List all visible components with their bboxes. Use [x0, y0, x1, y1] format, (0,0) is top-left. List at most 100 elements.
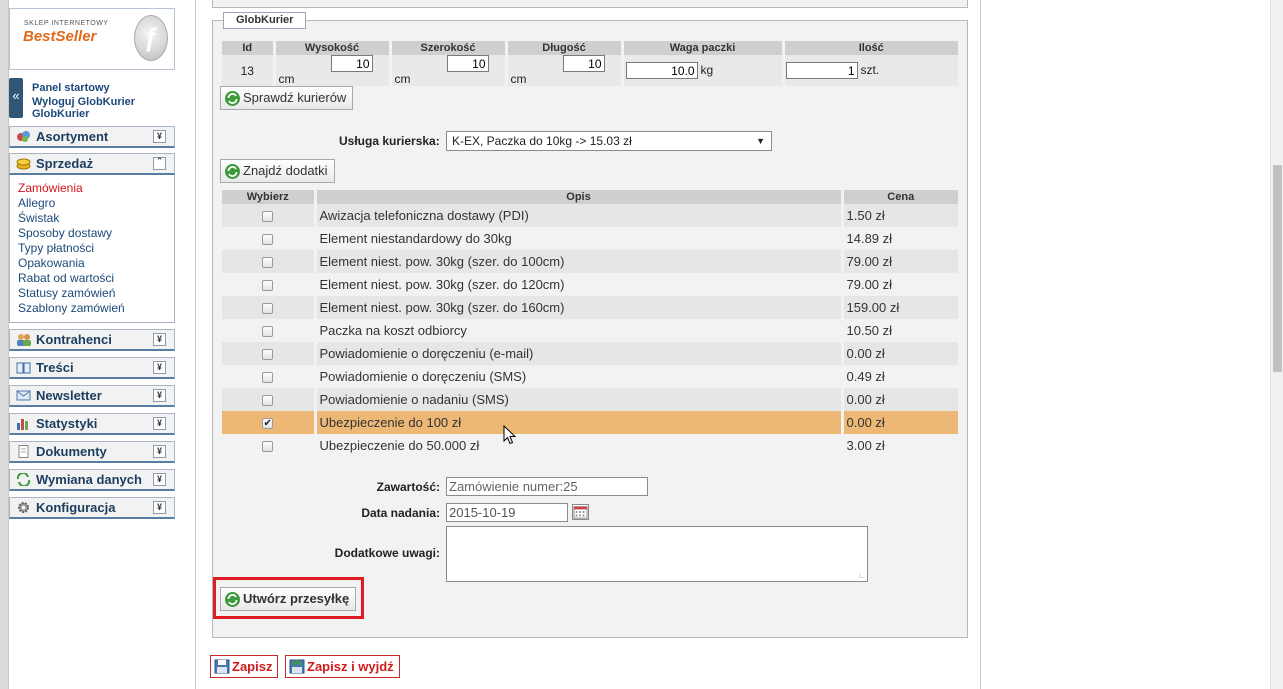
- table-row[interactable]: Element niest. pow. 30kg (szer. do 100cm…: [222, 250, 958, 273]
- addon-checkbox[interactable]: [262, 441, 274, 453]
- quantity-input[interactable]: [785, 62, 858, 79]
- table-row-selected[interactable]: ✔ Ubezpieczenie do 100 zł 0.00 zł: [222, 411, 958, 434]
- date-input[interactable]: 2015-10-19: [446, 503, 568, 522]
- chevron-down-icon[interactable]: ¥: [153, 473, 166, 486]
- addon-description: Element niest. pow. 30kg (szer. do 160cm…: [315, 296, 844, 319]
- chevron-down-icon[interactable]: ¥: [153, 501, 166, 514]
- menu-statystyki[interactable]: Statystyki ¥: [9, 413, 175, 435]
- previous-section-edge: [212, 0, 968, 8]
- menu-wymiana-danych-label: Wymiana danych: [36, 472, 142, 487]
- addon-checkbox[interactable]: [262, 211, 274, 223]
- save-and-exit-button[interactable]: Zapisz i wyjdź: [285, 655, 400, 678]
- addon-checkbox[interactable]: [262, 257, 274, 269]
- check-couriers-button[interactable]: Sprawdź kurierów: [220, 86, 354, 110]
- addon-checkbox[interactable]: [262, 326, 274, 338]
- col-header-description: Opis: [315, 190, 844, 204]
- addon-checkbox[interactable]: [262, 349, 274, 361]
- table-row[interactable]: Awizacja telefoniczna dostawy (PDI) 1.50…: [222, 204, 958, 227]
- menu-sprzedaz[interactable]: Sprzedaż ˆ: [9, 153, 175, 175]
- addon-description: Awizacja telefoniczna dostawy (PDI): [315, 204, 844, 227]
- quantity-unit: szt.: [860, 62, 880, 77]
- table-row[interactable]: Paczka na koszt odbiorcy 10.50 zł: [222, 319, 958, 342]
- table-row[interactable]: Powiadomienie o doręczeniu (SMS) 0.49 zł: [222, 365, 958, 388]
- addon-price: 79.00 zł: [842, 273, 958, 296]
- find-addons-button[interactable]: Znajdź dodatki: [220, 159, 335, 183]
- submenu-szablony-zamowien[interactable]: Szablony zamówień: [18, 301, 174, 316]
- content-label: Zawartość:: [376, 480, 440, 494]
- shop-logo[interactable]: SKLEP INTERNETOWY BestSeller ƒ: [9, 8, 175, 70]
- addon-checkbox[interactable]: [262, 280, 274, 292]
- addon-checkbox[interactable]: [262, 303, 274, 315]
- chevron-up-icon[interactable]: ˆ: [153, 157, 166, 170]
- link-panel-startowy[interactable]: Panel startowy: [32, 81, 135, 95]
- height-input[interactable]: [330, 55, 373, 72]
- table-row[interactable]: Element niest. pow. 30kg (szer. do 120cm…: [222, 273, 958, 296]
- addon-description: Ubezpieczenie do 100 zł: [315, 411, 844, 434]
- menu-wymiana-danych[interactable]: Wymiana danych ¥: [9, 469, 175, 491]
- chevron-down-icon[interactable]: ¥: [153, 445, 166, 458]
- logo-subtitle: SKLEP INTERNETOWY: [24, 20, 109, 27]
- chevron-down-icon[interactable]: ¥: [153, 333, 166, 346]
- addon-checkbox-checked[interactable]: ✔: [262, 418, 274, 430]
- table-row[interactable]: Powiadomienie o doręczeniu (e-mail) 0.00…: [222, 342, 958, 365]
- table-row[interactable]: Element niestandardowy do 30kg 14.89 zł: [222, 227, 958, 250]
- page-scrollbar[interactable]: [1270, 0, 1283, 689]
- calendar-icon[interactable]: [572, 504, 589, 520]
- save-exit-icon: [289, 659, 305, 674]
- addon-price: 14.89 zł: [842, 227, 958, 250]
- link-globkurier[interactable]: GlobKurier: [32, 107, 135, 121]
- menu-konfiguracja[interactable]: Konfiguracja ¥: [9, 497, 175, 519]
- submenu-typy-platnosci[interactable]: Typy płatności: [18, 241, 174, 256]
- menu-kontrahenci[interactable]: Kontrahenci ¥: [9, 329, 175, 351]
- scrollbar-thumb[interactable]: [1273, 165, 1282, 372]
- resize-grip-icon[interactable]: ∟: [858, 572, 866, 580]
- addon-description: Paczka na koszt odbiorcy: [315, 319, 844, 342]
- submenu-allegro[interactable]: Allegro: [18, 196, 174, 211]
- submenu-statusy-zamowien[interactable]: Statusy zamówień: [18, 286, 174, 301]
- submenu-opakowania[interactable]: Opakowania: [18, 256, 174, 271]
- book-icon: [16, 362, 31, 374]
- coins-icon: [16, 158, 31, 170]
- package-dimensions-table: Id Wysokość Szerokość Długość Waga paczk…: [222, 41, 958, 86]
- menu-newsletter[interactable]: Newsletter ¥: [9, 385, 175, 407]
- mouse-pointer-icon: [503, 425, 517, 445]
- sprzedaz-submenu: Zamówienia Allegro Świstak Sposoby dosta…: [9, 175, 175, 323]
- table-row[interactable]: Powiadomienie o nadaniu (SMS) 0.00 zł: [222, 388, 958, 411]
- col-header-width: Szerokość: [390, 41, 508, 55]
- courier-service-select[interactable]: K-EX, Paczka do 10kg -> 15.03 zł ▼: [446, 131, 772, 151]
- chevron-down-icon[interactable]: ¥: [153, 417, 166, 430]
- addon-checkbox[interactable]: [262, 395, 274, 407]
- collapse-sidebar-button[interactable]: «: [9, 78, 23, 118]
- submenu-rabat-od-wartosci[interactable]: Rabat od wartości: [18, 271, 174, 286]
- addon-price: 0.00 zł: [842, 342, 958, 365]
- chevron-down-icon[interactable]: ¥: [153, 130, 166, 143]
- chevron-down-icon[interactable]: ¥: [153, 361, 166, 374]
- menu-dokumenty[interactable]: Dokumenty ¥: [9, 441, 175, 463]
- menu-tresci[interactable]: Treści ¥: [9, 357, 175, 379]
- gear-icon: [18, 502, 29, 513]
- save-button[interactable]: Zapisz: [210, 655, 279, 678]
- length-input[interactable]: [562, 55, 605, 72]
- left-border-strip: [0, 0, 9, 689]
- weight-input[interactable]: [625, 62, 698, 79]
- submenu-swistak[interactable]: Świstak: [18, 211, 174, 226]
- refresh-green-icon: [225, 592, 240, 607]
- addon-description: Element niest. pow. 30kg (szer. do 100cm…: [315, 250, 844, 273]
- submenu-zamowienia[interactable]: Zamówienia: [18, 181, 174, 196]
- addon-checkbox[interactable]: [262, 234, 274, 246]
- floppy-disk-icon: [214, 659, 230, 674]
- asortyment-icon: [17, 131, 30, 142]
- addon-checkbox[interactable]: [262, 372, 274, 384]
- table-row: 13 cm cm cm kg szt.: [222, 55, 958, 86]
- table-row[interactable]: Element niest. pow. 30kg (szer. do 160cm…: [222, 296, 958, 319]
- content-input[interactable]: Zamówienie numer:25: [446, 477, 648, 496]
- submenu-sposoby-dostawy[interactable]: Sposoby dostawy: [18, 226, 174, 241]
- notes-textarea[interactable]: ∟: [446, 526, 868, 582]
- width-input[interactable]: [446, 55, 489, 72]
- menu-kontrahenci-label: Kontrahenci: [36, 332, 112, 347]
- col-header-length: Długość: [506, 41, 624, 55]
- table-row[interactable]: Ubezpieczenie do 50.000 zł 3.00 zł: [222, 434, 958, 457]
- create-shipment-button[interactable]: Utwórz przesyłkę: [220, 587, 357, 611]
- chevron-down-icon[interactable]: ¥: [153, 389, 166, 402]
- menu-asortyment[interactable]: Asortyment ¥: [9, 126, 175, 148]
